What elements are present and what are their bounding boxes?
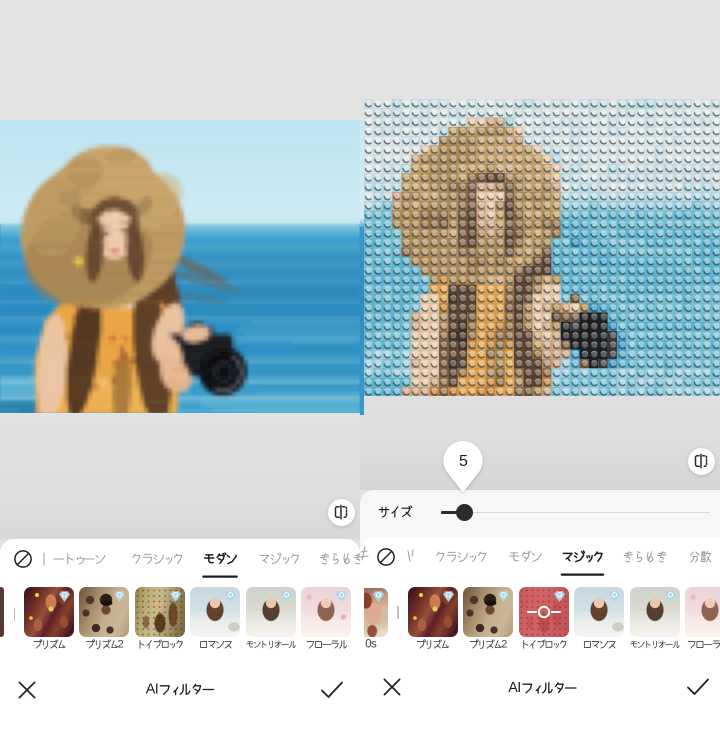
svg-text:I: I [517,680,521,696]
